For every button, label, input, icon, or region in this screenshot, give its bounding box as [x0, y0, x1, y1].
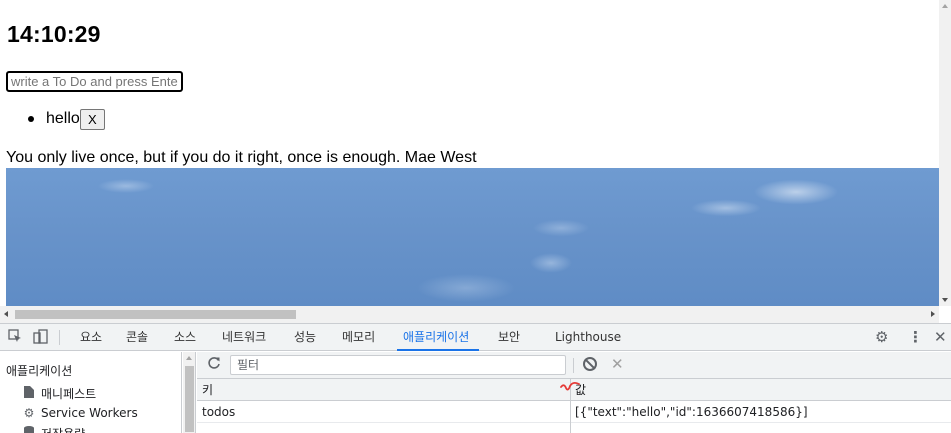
gear-icon: ⚙	[23, 406, 35, 420]
vertical-scrollbar[interactable]	[939, 0, 951, 306]
tab-security[interactable]: 보안	[498, 324, 520, 351]
row-value[interactable]: [{"text":"hello","id":1636607418586}]	[575, 401, 945, 423]
table-row[interactable]: todos [{"text":"hello","id":163660741858…	[197, 401, 951, 423]
refresh-icon[interactable]	[207, 356, 221, 374]
sidebar-scroll-thumb[interactable]	[185, 366, 194, 432]
page-viewport: 14:10:29 hello X You only live once, but…	[0, 0, 951, 323]
tab-memory[interactable]: 메모리	[342, 324, 375, 351]
tab-elements[interactable]: 요소	[80, 324, 102, 351]
row-key[interactable]: todos	[202, 401, 567, 423]
sidebar-item-label: Service Workers	[41, 406, 138, 420]
storage-toolbar: ✕	[197, 352, 951, 379]
todo-text: hello	[46, 110, 80, 127]
settings-gear-icon[interactable]: ⚙	[875, 328, 888, 346]
clear-all-icon[interactable]	[583, 357, 597, 371]
tab-performance[interactable]: 성능	[294, 324, 316, 351]
tab-network[interactable]: 네트워크	[222, 324, 266, 351]
delete-todo-button[interactable]: X	[79, 108, 105, 130]
tab-lighthouse[interactable]: Lighthouse	[555, 324, 621, 351]
quote: You only live once, but if you do it rig…	[6, 149, 477, 166]
devtools-tabbar: 요소 콘솔 소스 네트워크 성능 메모리 애플리케이션 보안 Lighthous…	[0, 324, 951, 351]
column-header-value[interactable]: 값	[575, 379, 945, 401]
sidebar-item-storage[interactable]: 저장용량	[22, 425, 85, 433]
clock: 14:10:29	[7, 21, 101, 47]
bullet	[28, 116, 34, 122]
file-icon	[22, 386, 36, 401]
sidebar-scrollbar[interactable]	[183, 352, 196, 433]
tab-console[interactable]: 콘솔	[126, 324, 148, 351]
devtools-panel: 요소 콘솔 소스 네트워크 성능 메모리 애플리케이션 보안 Lighthous…	[0, 323, 951, 433]
scroll-down-icon[interactable]	[942, 298, 948, 302]
inspect-element-icon[interactable]	[8, 329, 22, 347]
filter-input[interactable]	[230, 355, 566, 375]
column-header-key[interactable]: 키	[202, 379, 567, 401]
scroll-right-icon[interactable]	[931, 311, 935, 317]
horizontal-scrollbar[interactable]	[0, 306, 939, 323]
delete-selected-icon[interactable]: ✕	[611, 355, 624, 373]
background-image	[6, 168, 939, 306]
storage-view: ✕ 키 값 todos [{"text":"hello","id":163660…	[197, 352, 951, 433]
application-sidebar: 애플리케이션 매니페스트 ⚙ Service Workers 저장용량	[0, 352, 182, 433]
sidebar-title: 애플리케이션	[6, 364, 73, 378]
tab-sources[interactable]: 소스	[174, 324, 196, 351]
sidebar-item-label: 저장용량	[41, 425, 85, 433]
scroll-left-icon[interactable]	[4, 311, 8, 317]
sidebar-item-service-workers[interactable]: ⚙ Service Workers	[22, 406, 138, 420]
device-toolbar-icon[interactable]	[33, 329, 49, 349]
toolbar-divider	[573, 358, 574, 373]
horizontal-scroll-thumb[interactable]	[15, 310, 296, 319]
checkmark-annotation-icon	[560, 381, 580, 391]
todo-item: hello X	[28, 108, 105, 130]
todo-list: hello X	[28, 108, 105, 130]
sidebar-item-manifest[interactable]: 매니페스트	[22, 385, 96, 402]
scroll-up-icon[interactable]	[186, 356, 192, 360]
more-options-icon[interactable]: ⋮	[908, 328, 923, 346]
close-icon[interactable]: ✕	[934, 328, 947, 346]
database-icon	[22, 426, 36, 433]
scroll-up-icon[interactable]	[942, 4, 948, 8]
tabbar-divider	[59, 330, 60, 345]
tab-application[interactable]: 애플리케이션	[396, 324, 480, 351]
todo-input[interactable]	[6, 71, 183, 92]
sidebar-item-label: 매니페스트	[41, 387, 97, 401]
